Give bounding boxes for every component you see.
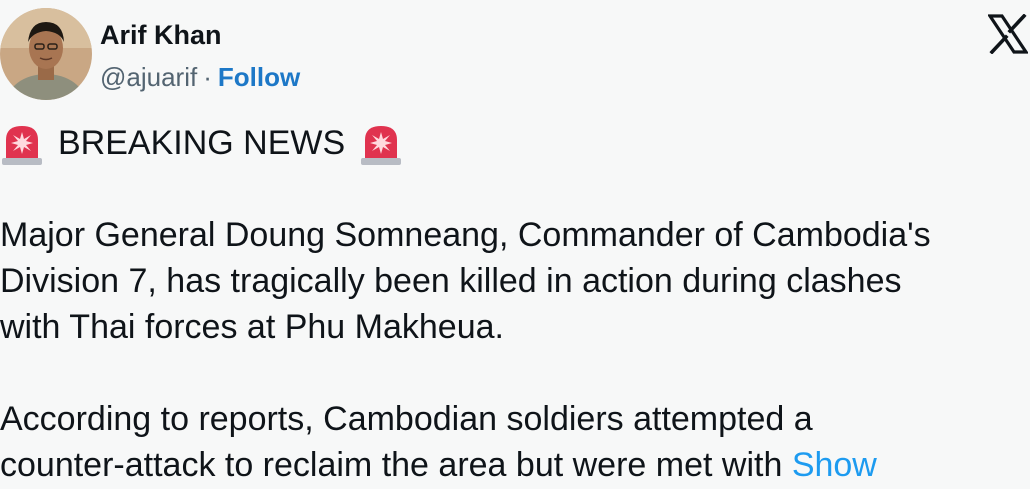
user-block: Arif Khan @ajuarif · Follow xyxy=(100,8,300,92)
tweet-header: Arif Khan @ajuarif · Follow xyxy=(0,8,1030,100)
x-logo-icon[interactable] xyxy=(987,13,1029,55)
police-siren-icon xyxy=(359,120,403,166)
tweet-line-text: counter-attack to reclaim the area but w… xyxy=(0,446,783,484)
headline-text: BREAKING NEWS xyxy=(58,124,346,162)
tweet-card: Arif Khan @ajuarif · Follow BREAKING NEWS xyxy=(0,0,1030,489)
tweet-line: Major General Doung Somneang, Commander … xyxy=(0,216,931,254)
separator-dot: · xyxy=(203,62,212,92)
tweet-line: with Thai forces at Phu Makheua. xyxy=(0,308,504,346)
tweet-line-last: counter-attack to reclaim the area but w… xyxy=(0,442,1030,488)
tweet-line: According to reports, Cambodian soldiers… xyxy=(0,400,813,438)
follow-button[interactable]: Follow xyxy=(218,62,300,92)
police-siren-icon xyxy=(0,120,44,166)
tweet-text: BREAKING NEWS Major General Doung Somnea… xyxy=(0,120,1030,488)
show-more-link[interactable]: Show xyxy=(792,446,877,484)
display-name[interactable]: Arif Khan xyxy=(100,20,300,50)
avatar[interactable] xyxy=(0,8,92,100)
tweet-line: Division 7, has tragically been killed i… xyxy=(0,262,902,300)
headline-row: BREAKING NEWS xyxy=(0,120,1030,166)
user-handle[interactable]: @ajuarif xyxy=(100,62,197,92)
handle-row: @ajuarif · Follow xyxy=(100,62,300,92)
